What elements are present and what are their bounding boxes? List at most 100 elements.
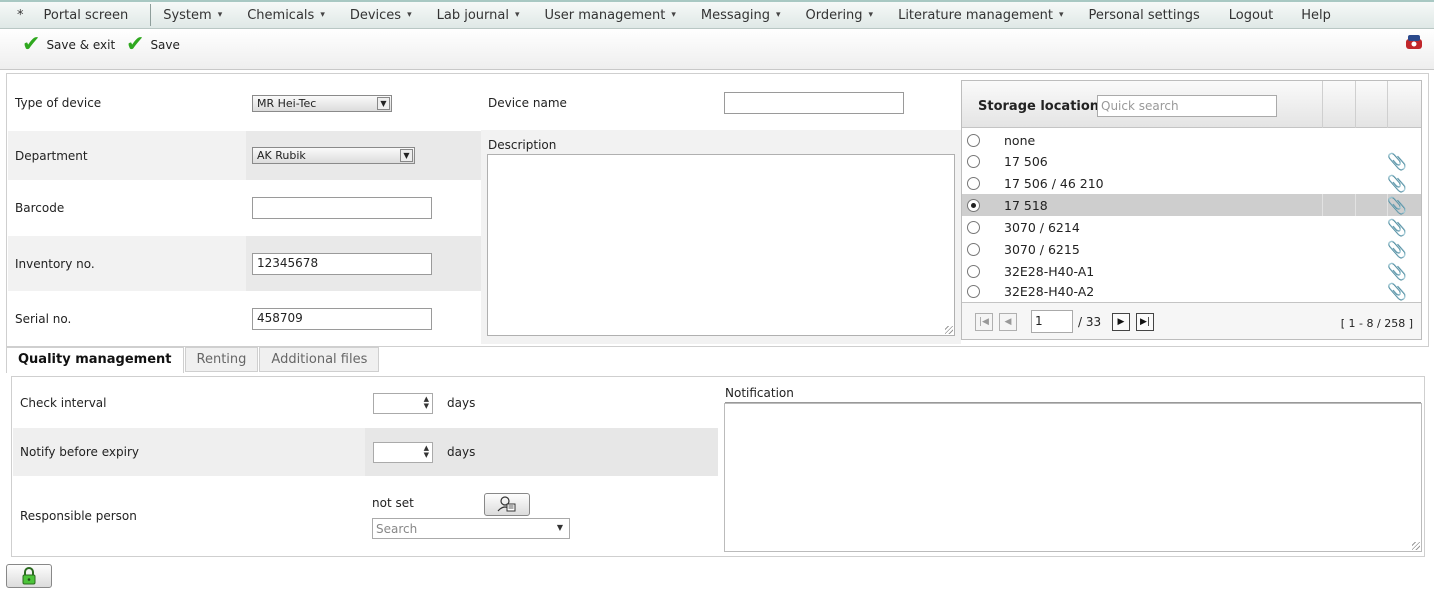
check-interval-label: Check interval	[20, 396, 107, 410]
menu-literature-management[interactable]: Literature management ▾	[898, 2, 1063, 28]
next-page-icon[interactable]: ▶	[1112, 313, 1130, 331]
storage-row[interactable]: 17 506 📎	[962, 150, 1421, 172]
storage-location-title: Storage location	[978, 99, 1100, 114]
stepper-arrows-icon[interactable]: ▲ ▼	[424, 395, 429, 410]
menu-messaging[interactable]: Messaging ▾	[701, 2, 781, 28]
storage-row-selected[interactable]: 17 518 📎	[962, 194, 1421, 216]
serial-input[interactable]: 458709	[252, 307, 432, 330]
column-separator	[1322, 81, 1323, 128]
type-of-device-select[interactable]: MR Hei-Tec ▼	[252, 94, 392, 112]
person-search-icon	[497, 496, 516, 512]
type-of-device-cell: MR Hei-Tec ▼	[246, 75, 481, 131]
menu-home[interactable]: *	[17, 2, 24, 28]
detail-tabs: Quality management Renting Additional fi…	[6, 347, 380, 373]
storage-row[interactable]: 17 506 / 46 210 📎	[962, 172, 1421, 194]
logout-icon[interactable]	[1404, 32, 1424, 52]
radio-button[interactable]	[967, 176, 980, 190]
notification-textarea[interactable]	[724, 403, 1422, 552]
chevron-down-icon: ▾	[407, 10, 412, 20]
menu-item-label: Personal settings	[1088, 7, 1200, 23]
radio-button[interactable]	[967, 242, 980, 256]
stepper-arrows-icon[interactable]: ▲ ▼	[424, 444, 429, 459]
paperclip-icon[interactable]: 📎	[1387, 196, 1407, 215]
tab-quality-management[interactable]: Quality management	[6, 347, 184, 373]
check-interval-unit: days	[447, 396, 476, 410]
check-icon: ✔	[126, 32, 145, 57]
menu-portal-screen[interactable]: Portal screen	[44, 2, 129, 28]
storage-row[interactable]: 3070 / 6215 📎	[962, 238, 1421, 260]
previous-page-icon[interactable]: ◀	[999, 313, 1017, 331]
paperclip-icon[interactable]: 📎	[1387, 282, 1407, 301]
tab-additional-files[interactable]: Additional files	[259, 347, 380, 372]
responsible-person-row: Responsible person	[13, 476, 718, 556]
menu-separator	[150, 4, 152, 26]
notification-label: Notification	[725, 386, 794, 400]
description-label: Description	[488, 138, 557, 152]
menu-logout[interactable]: Logout	[1229, 2, 1274, 28]
save-and-exit-button[interactable]: ✔ Save & exit	[22, 34, 116, 56]
storage-row[interactable]: 3070 / 6214 📎	[962, 216, 1421, 238]
department-cell: AK Rubik ▼	[246, 131, 481, 180]
storage-row[interactable]: 32E28-H40-A2 📎	[962, 280, 1421, 302]
menu-item-label: Ordering	[805, 7, 863, 23]
lock-icon	[22, 567, 36, 585]
tab-renting[interactable]: Renting	[184, 347, 259, 372]
last-page-icon[interactable]: ▶|	[1136, 313, 1154, 331]
menu-chemicals[interactable]: Chemicals ▾	[247, 2, 325, 28]
device-name-input[interactable]	[724, 92, 904, 114]
storage-row-none[interactable]: none	[962, 129, 1421, 151]
menu-item-label: Help	[1301, 7, 1331, 23]
radio-button[interactable]	[967, 154, 980, 168]
barcode-input[interactable]	[252, 197, 432, 219]
person-search-combo[interactable]: Search ▼	[372, 518, 570, 539]
radio-button-selected[interactable]	[967, 198, 980, 212]
paperclip-icon[interactable]: 📎	[1387, 174, 1407, 193]
paperclip-icon[interactable]: 📎	[1387, 218, 1407, 237]
quality-management-panel: Check interval ▲ ▼ days Notify before exp…	[11, 376, 1425, 557]
menu-personal-settings[interactable]: Personal settings	[1088, 2, 1199, 28]
menu-item-label: System	[163, 7, 212, 23]
menu-user-management[interactable]: User management ▾	[544, 2, 675, 28]
check-interval-row: Check interval ▲ ▼ days	[13, 378, 718, 428]
resize-grip-icon[interactable]	[1412, 542, 1420, 550]
menu-help[interactable]: Help	[1301, 2, 1331, 28]
lock-button[interactable]	[6, 564, 52, 588]
menu-system[interactable]: System ▾	[163, 2, 222, 28]
radio-button[interactable]	[967, 220, 980, 234]
storage-row[interactable]: 32E28-H40-A1 📎	[962, 260, 1421, 282]
storage-row-label: 32E28-H40-A2	[1004, 283, 1095, 299]
menu-ordering[interactable]: Ordering ▾	[806, 2, 874, 28]
department-label: Department	[15, 148, 88, 163]
radio-button[interactable]	[967, 284, 980, 298]
notify-before-expiry-stepper[interactable]: ▲ ▼	[373, 441, 433, 463]
check-interval-stepper[interactable]: ▲ ▼	[373, 392, 433, 414]
paperclip-icon[interactable]: 📎	[1387, 240, 1407, 259]
menu-item-label: Portal screen	[43, 7, 129, 23]
department-select[interactable]: AK Rubik ▼	[252, 147, 415, 164]
radio-button[interactable]	[967, 264, 980, 278]
paperclip-icon[interactable]: 📎	[1387, 152, 1407, 171]
barcode-row: Barcode	[8, 180, 481, 236]
notify-before-expiry-cell: ▲ ▼ days	[365, 428, 718, 476]
save-button[interactable]: ✔ Save	[126, 32, 180, 57]
chevron-down-icon: ▼	[377, 96, 390, 110]
description-textarea[interactable]	[487, 154, 955, 336]
quick-search-input[interactable]: Quick search	[1097, 95, 1277, 117]
inventory-input[interactable]: 12345678	[252, 252, 432, 275]
menu-lab-journal[interactable]: Lab journal ▾	[437, 2, 520, 28]
column-separator	[1355, 81, 1356, 128]
storage-location-grid: Storage location Quick search none 17 50…	[961, 80, 1422, 340]
chevron-down-icon: ▾	[320, 10, 325, 20]
page-number-input[interactable]: 1	[1031, 310, 1073, 333]
resize-grip-icon[interactable]	[945, 326, 953, 334]
save-label: Save	[150, 38, 180, 52]
menu-devices[interactable]: Devices ▾	[350, 2, 412, 28]
save-and-exit-label: Save & exit	[46, 38, 116, 52]
radio-button[interactable]	[967, 133, 980, 147]
select-person-button[interactable]	[484, 493, 530, 516]
paperclip-icon[interactable]: 📎	[1387, 262, 1407, 281]
first-page-icon[interactable]: |◀	[975, 313, 993, 331]
barcode-cell	[246, 180, 481, 236]
notify-before-expiry-row: Notify before expiry ▲ ▼ days	[13, 428, 718, 476]
chevron-down-icon: ▾	[217, 10, 223, 20]
